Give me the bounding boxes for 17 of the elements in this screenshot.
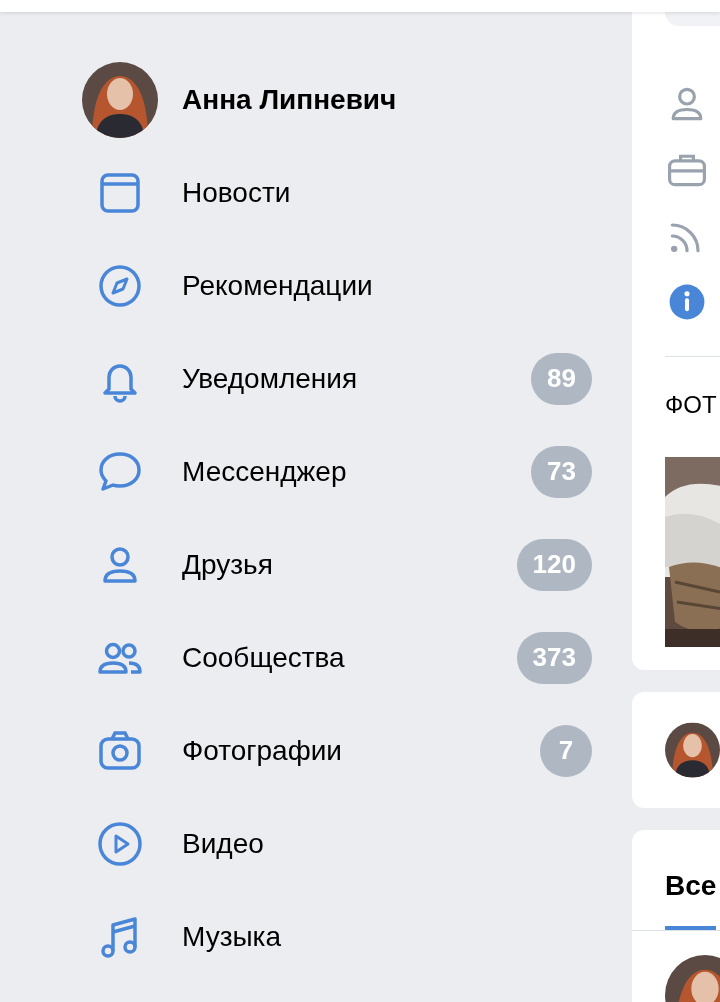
menu-item[interactable]: Фотографии 7 xyxy=(80,704,592,797)
section-title: ФОТ xyxy=(665,391,718,419)
count-badge: 89 xyxy=(531,352,592,405)
menu-item[interactable]: Видео xyxy=(80,797,592,890)
profile-name[interactable]: Анна Липневич xyxy=(182,84,592,116)
menu-item[interactable]: Новости xyxy=(80,146,592,239)
menu-item[interactable]: Сообщества 373 xyxy=(80,611,592,704)
count-badge: 7 xyxy=(540,724,592,777)
play-icon xyxy=(96,819,144,868)
menu-item[interactable]: Рекомендации xyxy=(80,239,592,332)
menu-item[interactable]: Уведомления 89 xyxy=(80,332,592,425)
menu-item[interactable]: Друзья 120 xyxy=(80,518,592,611)
count-badge: 373 xyxy=(516,631,592,684)
menu-item[interactable]: Музыка xyxy=(80,890,592,983)
count-badge: 120 xyxy=(516,538,592,591)
menu-item[interactable]: Мессенджер 73 xyxy=(80,425,592,518)
count-badge: 73 xyxy=(531,445,592,498)
